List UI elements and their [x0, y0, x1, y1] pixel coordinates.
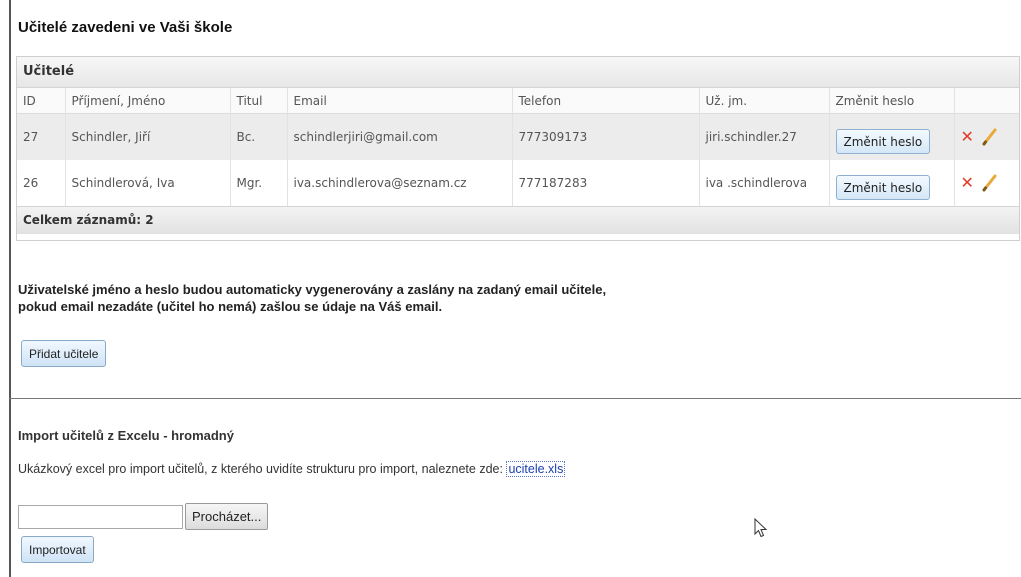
col-header-id[interactable]: ID — [17, 88, 66, 114]
teachers-table: ID Příjmení, Jméno Titul Email Telefon U… — [17, 88, 1019, 206]
col-header-title[interactable]: Titul — [230, 88, 288, 114]
cell-actions: ✕ — [954, 160, 1019, 206]
change-password-button[interactable]: Změnit heslo — [835, 175, 931, 200]
section-divider — [9, 398, 1021, 399]
panel-header: Učitelé — [17, 57, 1019, 88]
page-title: Učitelé zavedeni ve Vaši škole — [18, 19, 233, 36]
left-border — [9, 0, 11, 577]
cell-username: jiri.schindler.27 — [699, 113, 830, 160]
col-header-change-password: Změnit heslo — [829, 88, 955, 114]
col-header-name[interactable]: Příjmení, Jméno — [65, 88, 231, 114]
cell-username: iva .schindlerova — [699, 160, 830, 206]
import-description: Ukázkový excel pro import učitelů, z kte… — [18, 461, 566, 477]
cell-change-password: Změnit heslo — [829, 160, 955, 206]
import-description-text: Ukázkový excel pro import učitelů, z kte… — [18, 462, 503, 476]
info-line-2: pokud email nezadáte (učitel ho nemá) za… — [18, 299, 443, 314]
import-title: Import učitelů z Excelu - hromadný — [18, 428, 234, 443]
sample-excel-link[interactable]: ucitele.xls — [506, 461, 566, 477]
col-header-actions — [954, 88, 1019, 114]
file-path-input[interactable] — [18, 505, 183, 529]
pencil-edit-icon[interactable] — [980, 128, 998, 146]
delete-x-icon[interactable]: ✕ — [961, 175, 974, 191]
info-line-1: Uživatelské jméno a heslo budou automati… — [18, 282, 607, 297]
cell-email: schindlerjiri@gmail.com — [287, 113, 513, 160]
col-header-phone[interactable]: Telefon — [512, 88, 700, 114]
pencil-edit-icon[interactable] — [980, 174, 998, 192]
change-password-button[interactable]: Změnit heslo — [835, 129, 931, 154]
cell-change-password: Změnit heslo — [829, 113, 955, 160]
delete-x-icon[interactable]: ✕ — [961, 129, 974, 145]
table-header-row: ID Příjmení, Jméno Titul Email Telefon U… — [17, 88, 1019, 114]
browse-button[interactable]: Procházet... — [185, 503, 269, 530]
cell-phone: 777187283 — [512, 160, 700, 206]
info-text: Uživatelské jméno a heslo budou automati… — [18, 281, 606, 315]
teachers-panel: Učitelé ID Příjmení, Jméno Titul Email T… — [16, 56, 1020, 241]
add-teacher-button[interactable]: Přidat učitele — [21, 340, 107, 367]
cell-name: Schindler, Jiří — [65, 113, 231, 160]
cell-title: Mgr. — [230, 160, 288, 206]
col-header-username[interactable]: Už. jm. — [699, 88, 830, 114]
cell-id: 27 — [17, 113, 66, 160]
cell-id: 26 — [17, 160, 66, 206]
cell-phone: 777309173 — [512, 113, 700, 160]
table-row: 26 Schindlerová, Iva Mgr. iva.schindlero… — [17, 160, 1019, 206]
records-total: Celkem záznamů: 2 — [17, 206, 1019, 234]
table-row: 27 Schindler, Jiří Bc. schindlerjiri@gma… — [17, 113, 1019, 160]
cell-actions: ✕ — [954, 113, 1019, 160]
col-header-email[interactable]: Email — [287, 88, 513, 114]
mouse-cursor-icon — [754, 518, 768, 538]
cell-name: Schindlerová, Iva — [65, 160, 231, 206]
import-button[interactable]: Importovat — [21, 536, 94, 563]
cell-email: iva.schindlerova@seznam.cz — [287, 160, 513, 206]
cell-title: Bc. — [230, 113, 288, 160]
